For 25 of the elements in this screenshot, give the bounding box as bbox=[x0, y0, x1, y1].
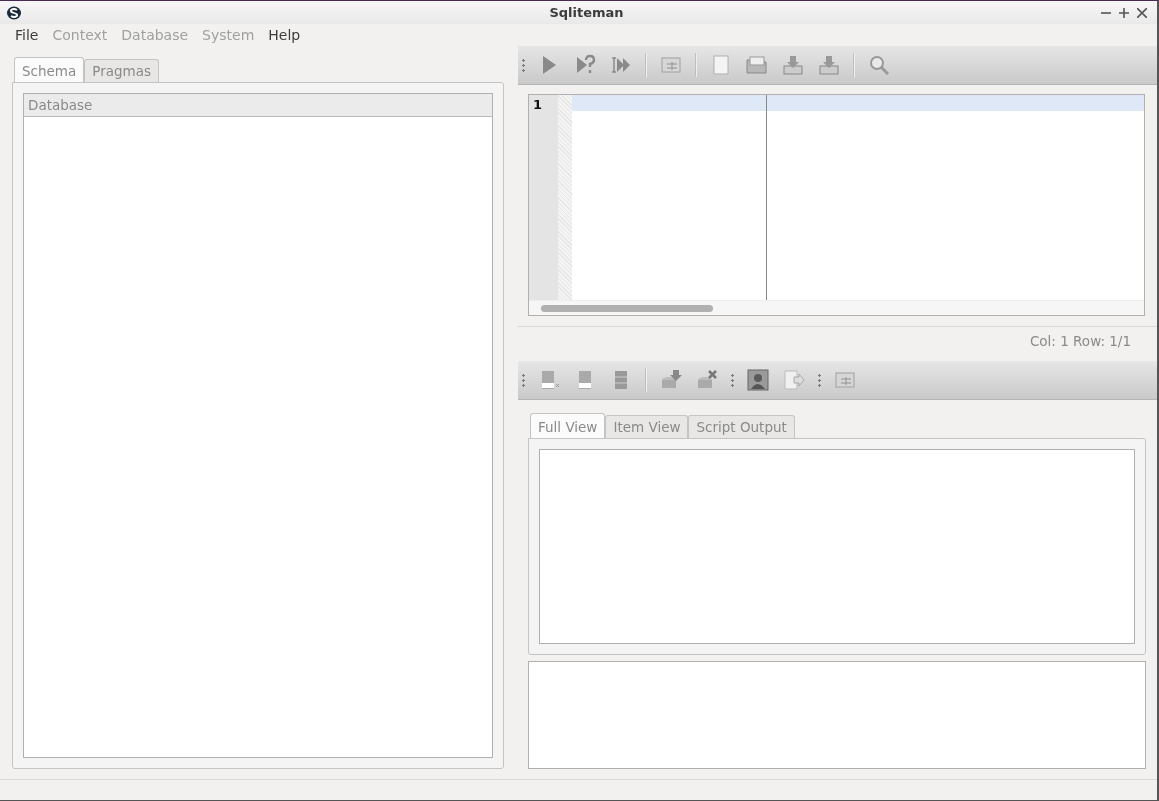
toolbar-grip[interactable] bbox=[522, 58, 525, 72]
export-icon[interactable] bbox=[782, 368, 806, 392]
tab[interactable]: Full View bbox=[530, 413, 606, 438]
sql-editor[interactable]: 1 bbox=[528, 94, 1145, 316]
maximize-icon[interactable] bbox=[1119, 7, 1129, 18]
save-icon[interactable] bbox=[781, 53, 805, 77]
toolbar-grip[interactable] bbox=[818, 373, 821, 387]
menu-item[interactable]: Help bbox=[261, 27, 308, 43]
search-icon[interactable] bbox=[867, 53, 891, 77]
scrollbar-thumb[interactable] bbox=[541, 304, 713, 312]
toolbar-grip[interactable] bbox=[731, 373, 734, 387]
menu-item[interactable]: File bbox=[8, 27, 46, 43]
tab[interactable]: Schema bbox=[14, 57, 85, 82]
picture-icon[interactable] bbox=[746, 368, 770, 392]
toolbar-grip[interactable] bbox=[522, 373, 525, 387]
app-logo-icon bbox=[6, 4, 22, 21]
save-as-icon[interactable] bbox=[817, 53, 841, 77]
line-number: 1 bbox=[532, 96, 544, 114]
tab[interactable]: Script Output bbox=[688, 415, 795, 438]
tab[interactable]: Item View bbox=[605, 415, 689, 438]
window-title: Sqliteman bbox=[548, 5, 625, 20]
cursor-position: Col: 1 Row: 1/1 bbox=[1029, 333, 1131, 349]
tab[interactable]: Pragmas bbox=[84, 59, 160, 82]
close-icon[interactable] bbox=[1137, 7, 1147, 18]
column-header[interactable]: Database bbox=[24, 94, 492, 117]
